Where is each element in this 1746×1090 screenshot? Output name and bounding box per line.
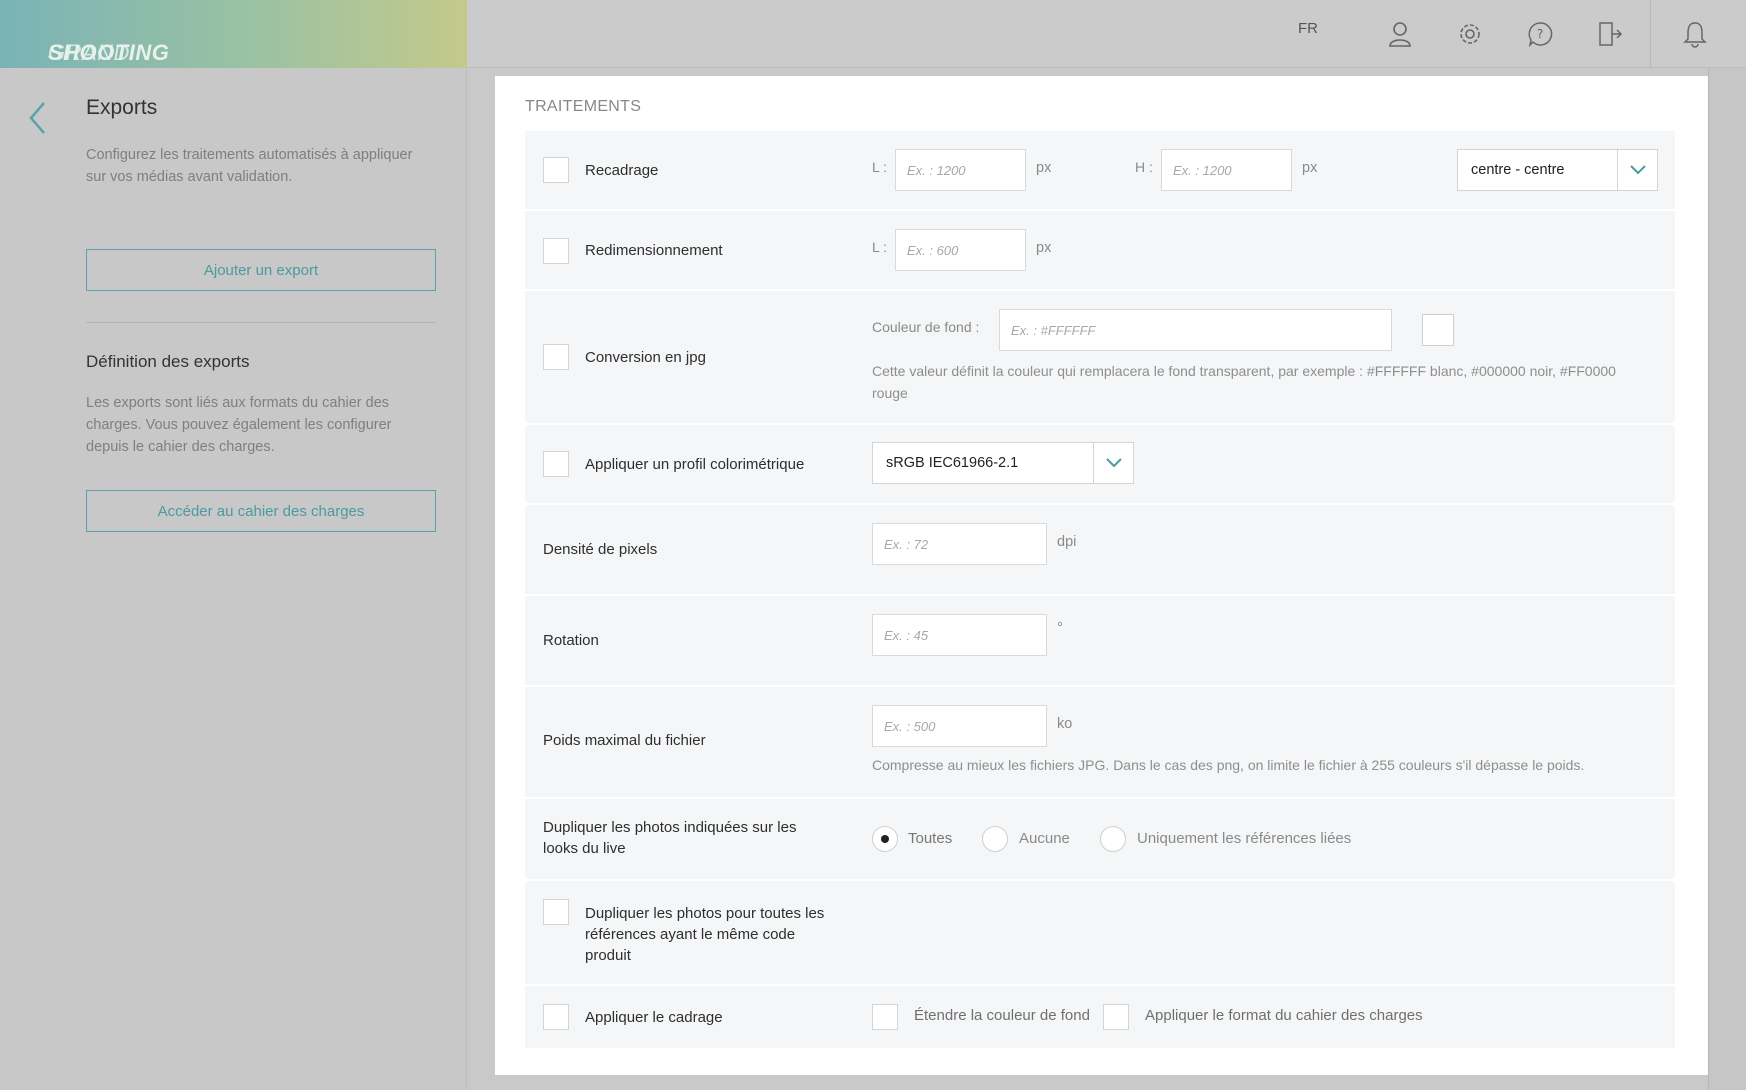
- apply-format-checkbox[interactable]: [1103, 1004, 1129, 1030]
- radio-toutes[interactable]: [872, 826, 898, 852]
- back-arrow-icon[interactable]: [24, 98, 54, 138]
- row-profil: Appliquer un profil colorimétrique sRGB …: [525, 425, 1675, 503]
- rotation-input[interactable]: Ex. : 45: [872, 614, 1047, 656]
- definition-title: Définition des exports: [86, 352, 250, 371]
- radio-aucune-label: Aucune: [1019, 830, 1070, 847]
- weight-input[interactable]: Ex. : 500: [872, 705, 1047, 747]
- cadrage-label: Appliquer le cadrage: [585, 1009, 723, 1026]
- gear-icon[interactable]: [1450, 14, 1490, 54]
- charges-button[interactable]: Accéder au cahier des charges: [86, 490, 436, 532]
- row-redimensionnement: Redimensionnement L : Ex. : 600 px: [525, 211, 1675, 289]
- crop-position-select[interactable]: centre - centre: [1457, 149, 1658, 191]
- recadrage-h-label: H :: [1135, 159, 1153, 175]
- rotation-label: Rotation: [543, 632, 599, 649]
- cadrage-checkbox[interactable]: [543, 1004, 569, 1030]
- redim-unit: px: [1036, 240, 1052, 256]
- rotation-unit: °: [1057, 620, 1063, 636]
- recadrage-label: Recadrage: [585, 162, 659, 179]
- redim-checkbox[interactable]: [543, 238, 569, 264]
- color-profile-select[interactable]: sRGB IEC61966-2.1: [872, 442, 1134, 484]
- extend-bg-label: Étendre la couleur de fond: [914, 1007, 1090, 1024]
- density-unit: dpi: [1057, 534, 1077, 550]
- recadrage-l-label: L :: [872, 159, 888, 175]
- sidebar-divider: [86, 322, 436, 323]
- redim-l-label: L :: [872, 239, 888, 255]
- row-cadrage: Appliquer le cadrage Étendre la couleur …: [525, 986, 1675, 1048]
- radio-references-liees-label: Uniquement les références liées: [1137, 830, 1352, 847]
- poids-label: Poids maximal du fichier: [543, 732, 706, 749]
- user-icon[interactable]: [1380, 14, 1420, 54]
- recadrage-l-unit: px: [1036, 160, 1052, 176]
- radio-references-liees[interactable]: [1100, 826, 1126, 852]
- language-selector[interactable]: FR: [1298, 20, 1318, 37]
- extend-bg-checkbox[interactable]: [872, 1004, 898, 1030]
- density-input[interactable]: Ex. : 72: [872, 523, 1047, 565]
- dupliquer-refs-label: Dupliquer les photos pour toutes les réf…: [585, 905, 825, 964]
- traitements-panel: TRAITEMENTS Recadrage L : Ex. : 1200 px …: [495, 76, 1708, 1075]
- dupliquer-live-label: Dupliquer les photos indiquées sur les l…: [543, 819, 797, 857]
- row-poids: Poids maximal du fichier Ex. : 500 ko Co…: [525, 687, 1675, 797]
- recadrage-h-unit: px: [1302, 160, 1318, 176]
- chevron-down-icon[interactable]: [1093, 443, 1133, 483]
- bg-color-swatch[interactable]: [1422, 314, 1454, 346]
- redim-width-input[interactable]: Ex. : 600: [895, 229, 1026, 271]
- row-rotation: Rotation Ex. : 45 °: [525, 596, 1675, 685]
- bg-color-label: Couleur de fond :: [872, 319, 980, 335]
- top-bar: GRAND SHOOTING FR ?: [0, 0, 1746, 68]
- row-dupliquer-live: Dupliquer les photos indiquées sur les l…: [525, 799, 1675, 879]
- row-densite: Densité de pixels Ex. : 72 dpi: [525, 505, 1675, 594]
- color-profile-value: sRGB IEC61966-2.1: [886, 455, 1019, 471]
- recadrage-height-input[interactable]: Ex. : 1200: [1161, 149, 1292, 191]
- jpg-label: Conversion en jpg: [585, 349, 706, 366]
- brand-logo[interactable]: GRAND SHOOTING: [0, 0, 467, 68]
- redim-label: Redimensionnement: [585, 242, 723, 259]
- bg-color-help: Cette valeur définit la couleur qui remp…: [872, 363, 1616, 401]
- logout-icon[interactable]: [1590, 14, 1630, 54]
- jpg-checkbox[interactable]: [543, 344, 569, 370]
- row-conversion-jpg: Conversion en jpg Couleur de fond : Ex. …: [525, 291, 1675, 423]
- page-description: Configurez les traitements automatisés à…: [86, 147, 413, 185]
- panel-title: TRAITEMENTS: [525, 98, 642, 115]
- brand-logo-bold: SHOOTING: [48, 40, 170, 65]
- bg-color-input[interactable]: Ex. : #FFFFFF: [999, 309, 1392, 351]
- help-icon[interactable]: ?: [1520, 14, 1560, 54]
- weight-help: Compresse au mieux les fichiers JPG. Dan…: [872, 757, 1585, 773]
- page-title: Exports: [86, 96, 158, 119]
- right-scrollbar-area[interactable]: [1708, 68, 1746, 1090]
- bell-icon[interactable]: [1675, 14, 1715, 54]
- densite-label: Densité de pixels: [543, 541, 658, 558]
- topbar-divider: [1650, 0, 1651, 68]
- profil-checkbox[interactable]: [543, 451, 569, 477]
- radio-toutes-label: Toutes: [908, 830, 953, 847]
- chevron-down-icon[interactable]: [1617, 150, 1657, 190]
- dupliquer-refs-checkbox[interactable]: [543, 899, 569, 925]
- add-export-button[interactable]: Ajouter un export: [86, 249, 436, 291]
- apply-format-label: Appliquer le format du cahier des charge…: [1145, 1007, 1423, 1024]
- sidebar: Exports Configurez les traitements autom…: [0, 68, 467, 1090]
- profil-label: Appliquer un profil colorimétrique: [585, 456, 805, 473]
- recadrage-checkbox[interactable]: [543, 157, 569, 183]
- svg-text:?: ?: [1537, 27, 1543, 41]
- row-recadrage: Recadrage L : Ex. : 1200 px H : Ex. : 12…: [525, 131, 1675, 209]
- weight-unit: ko: [1057, 716, 1073, 732]
- definition-text: Les exports sont liés aux formats du cah…: [86, 395, 392, 455]
- crop-position-value: centre - centre: [1471, 162, 1565, 178]
- row-dupliquer-refs: Dupliquer les photos pour toutes les réf…: [525, 881, 1675, 984]
- radio-aucune[interactable]: [982, 826, 1008, 852]
- recadrage-width-input[interactable]: Ex. : 1200: [895, 149, 1026, 191]
